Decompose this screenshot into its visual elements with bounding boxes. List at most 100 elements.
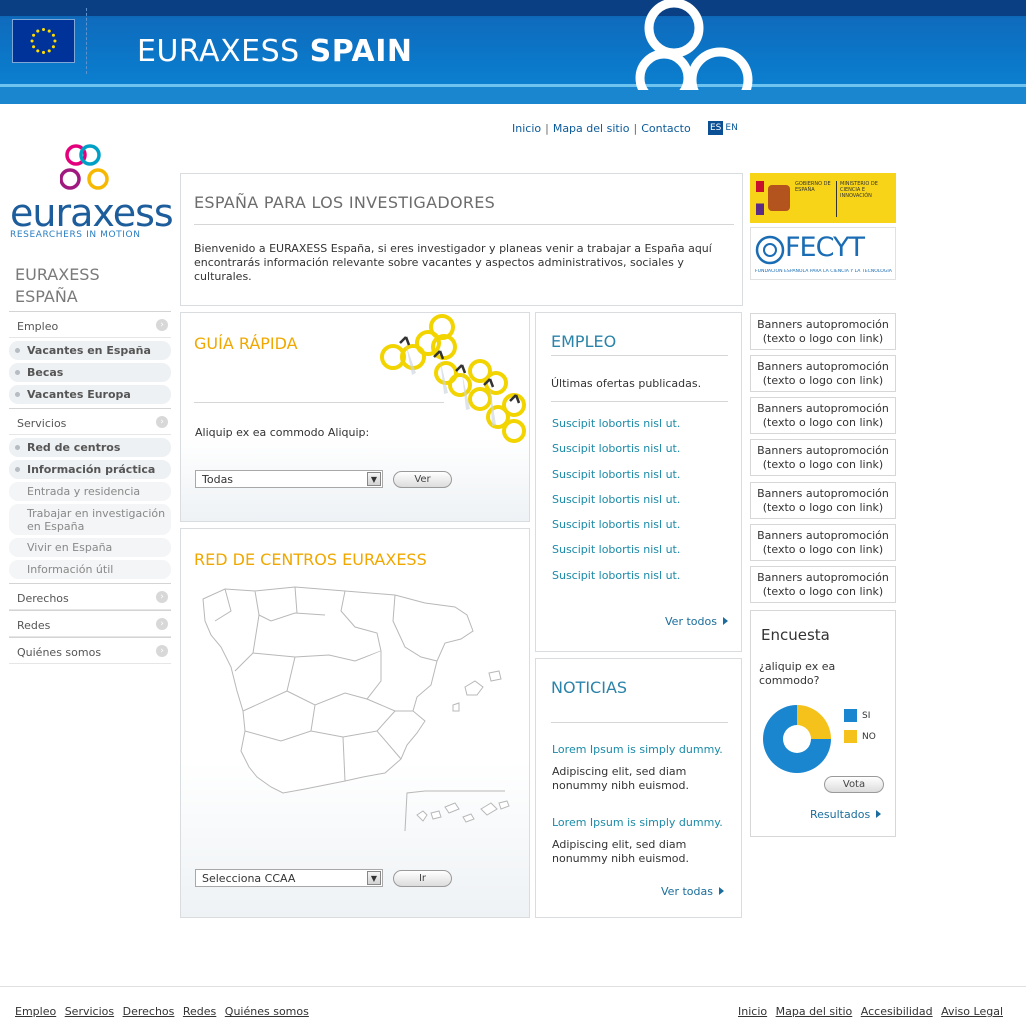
- ver-todas-link[interactable]: Ver todas: [661, 885, 724, 898]
- promo-banner[interactable]: Banners autopromoción (texto o logo con …: [750, 566, 896, 603]
- ccaa-select[interactable]: Selecciona CCAA ▼: [195, 869, 383, 887]
- header-top-band: [0, 0, 1026, 16]
- job-link[interactable]: Suscipit lobortis nisl ut.: [552, 493, 680, 518]
- chevron-down-icon: ▼: [367, 871, 381, 885]
- ccaa-select-value: Selecciona CCAA: [202, 872, 296, 885]
- resultados-label: Resultados: [810, 808, 871, 821]
- sidebar-item-vacantes-europa[interactable]: Vacantes Europa: [9, 385, 171, 404]
- divider: [836, 181, 837, 217]
- chevron-right-icon: ›: [156, 416, 168, 428]
- guia-rapida-panel: GUÍA RÁPIDA Aliquip ex ea commodo Aliqui…: [180, 312, 530, 522]
- ver-todas-label: Ver todas: [661, 885, 713, 898]
- sidebar-item-derechos[interactable]: Derechos ›: [9, 583, 171, 610]
- job-link[interactable]: Suscipit lobortis nisl ut.: [552, 569, 680, 594]
- sidebar-item-informacion-practica[interactable]: Información práctica: [9, 460, 171, 479]
- promo-banner[interactable]: Banners autopromoción (texto o logo con …: [750, 524, 896, 561]
- sidebar-item-redes[interactable]: Redes ›: [9, 610, 171, 637]
- divider: [551, 722, 728, 723]
- vota-button[interactable]: Vota: [824, 776, 884, 793]
- ir-button[interactable]: Ir: [393, 870, 452, 887]
- sidebar-item-servicios[interactable]: Servicios ›: [9, 408, 171, 435]
- intro-text: Bienvenido a EURAXESS España, si eres in…: [194, 242, 712, 283]
- sidebar-item-quienes-somos[interactable]: Quiénes somos ›: [9, 637, 171, 664]
- job-link[interactable]: Suscipit lobortis nisl ut.: [552, 442, 680, 467]
- promo-banner[interactable]: Banners autopromoción (texto o logo con …: [750, 439, 896, 476]
- red-title: RED DE CENTROS EURAXESS: [194, 550, 427, 569]
- footer-nav-right: Inicio Mapa del sitio Accesibilidad Avis…: [733, 1005, 1003, 1018]
- arrow-right-icon: [722, 617, 728, 625]
- promo-banner[interactable]: Banners autopromoción (texto o logo con …: [750, 313, 896, 350]
- ver-todos-label: Ver todos: [665, 615, 717, 628]
- promo-banner[interactable]: Banners autopromoción (texto o logo con …: [750, 482, 896, 519]
- legend-label-no: NO: [862, 732, 876, 742]
- logo-tagline: RESEARCHERS IN MOTION: [10, 230, 141, 240]
- promo-banner[interactable]: Banners autopromoción (texto o logo con …: [750, 397, 896, 434]
- noticias-title: NOTICIAS: [551, 678, 628, 697]
- footer-link-redes[interactable]: Redes: [183, 1005, 216, 1018]
- resultados-link[interactable]: Resultados: [810, 808, 882, 821]
- news-title-link[interactable]: Lorem Ipsum is simply dummy.: [552, 816, 723, 829]
- sidebar-item-vacantes-espana[interactable]: Vacantes en España: [9, 341, 171, 360]
- topnav-separator: |: [545, 122, 549, 135]
- topnav-inicio-link[interactable]: Inicio: [512, 122, 541, 135]
- sidebar-item-trabajar-investigacion[interactable]: Trabajar en investigación en España: [9, 504, 171, 535]
- sidebar-item-entrada-residencia[interactable]: Entrada y residencia: [9, 482, 171, 501]
- eu-flag-icon[interactable]: [12, 19, 75, 63]
- footer-link-mapa-sitio[interactable]: Mapa del sitio: [776, 1005, 853, 1018]
- red-centros-panel: RED DE CENTROS EURAXESS Selecciona CCAA …: [180, 528, 530, 918]
- footer-link-quienes-somos[interactable]: Quiénes somos: [225, 1005, 309, 1018]
- footer-link-accesibilidad[interactable]: Accesibilidad: [861, 1005, 933, 1018]
- footer-link-inicio[interactable]: Inicio: [738, 1005, 767, 1018]
- job-link[interactable]: Suscipit lobortis nisl ut.: [552, 518, 680, 543]
- arrow-right-icon: [876, 810, 882, 818]
- ver-button[interactable]: Ver: [393, 471, 452, 488]
- guia-select[interactable]: Todas ▼: [195, 470, 383, 488]
- sidebar-item-red-centros[interactable]: Red de centros: [9, 438, 171, 457]
- news-body: Adipiscing elit, sed diam nonummy nibh e…: [552, 765, 690, 792]
- topnav-contacto-link[interactable]: Contacto: [641, 122, 691, 135]
- logo-wordmark: euraxess: [10, 191, 174, 235]
- ver-todos-link[interactable]: Ver todos: [665, 615, 728, 628]
- researchers-rings-illustration: [380, 314, 526, 443]
- euraxess-logo[interactable]: euraxess RESEARCHERS IN MOTION: [10, 143, 174, 243]
- fecyt-logo[interactable]: FECYT FUNDACIÓN ESPAÑOLA PARA LA CIENCIA…: [750, 227, 896, 280]
- topnav-mapa-link[interactable]: Mapa del sitio: [553, 122, 630, 135]
- sidebar-item-becas[interactable]: Becas: [9, 363, 171, 382]
- divider: [194, 402, 444, 403]
- empleo-subtitle: Últimas ofertas publicadas.: [551, 377, 702, 390]
- footer-link-empleo[interactable]: Empleo: [15, 1005, 56, 1018]
- sidebar-item-label: Derechos: [17, 592, 69, 605]
- footer-link-aviso-legal[interactable]: Aviso Legal: [941, 1005, 1003, 1018]
- top-navigation: Inicio | Mapa del sitio | Contacto: [512, 122, 691, 135]
- news-title-link[interactable]: Lorem Ipsum is simply dummy.: [552, 743, 723, 756]
- lang-es-button[interactable]: ES: [708, 121, 724, 135]
- site-footer: Empleo Servicios Derechos Redes Quiénes …: [0, 986, 1026, 1034]
- footer-link-derechos[interactable]: Derechos: [123, 1005, 175, 1018]
- sidebar-item-empleo[interactable]: Empleo ›: [9, 311, 171, 338]
- gobierno-label: GOBIERNO DE ESPAÑA: [795, 181, 831, 193]
- gobierno-logo[interactable]: GOBIERNO DE ESPAÑA MINISTERIO DE CIENCIA…: [750, 173, 896, 223]
- job-link[interactable]: Suscipit lobortis nisl ut.: [552, 543, 680, 568]
- empleo-panel: EMPLEO Últimas ofertas publicadas. Susci…: [535, 312, 742, 652]
- euraxess-rings-icon: [60, 144, 109, 190]
- sidebar-menu: Empleo › Vacantes en España Becas Vacante…: [9, 311, 171, 664]
- empleo-links: Suscipit lobortis nisl ut. Suscipit lobo…: [552, 417, 680, 594]
- sidebar-item-vivir-espana[interactable]: Vivir en España: [9, 538, 171, 557]
- divider: [551, 401, 728, 402]
- spain-map[interactable]: [195, 581, 525, 851]
- legend-si: SI: [844, 709, 870, 722]
- sidebar-item-label: Servicios: [17, 417, 67, 430]
- site-title[interactable]: EURAXESS SPAIN: [137, 34, 413, 69]
- chevron-right-icon: ›: [156, 645, 168, 657]
- divider: [551, 355, 728, 356]
- rings-logo-icon: [635, 0, 753, 90]
- legend-swatch-no: [844, 730, 857, 743]
- promo-banner[interactable]: Banners autopromoción (texto o logo con …: [750, 355, 896, 392]
- lang-en-button[interactable]: EN: [725, 123, 737, 133]
- site-header: EURAXESS SPAIN: [0, 0, 1026, 104]
- job-link[interactable]: Suscipit lobortis nisl ut.: [552, 468, 680, 493]
- job-link[interactable]: Suscipit lobortis nisl ut.: [552, 417, 680, 442]
- footer-link-servicios[interactable]: Servicios: [65, 1005, 114, 1018]
- sidebar-item-informacion-util[interactable]: Información útil: [9, 560, 171, 579]
- chevron-right-icon: ›: [156, 618, 168, 630]
